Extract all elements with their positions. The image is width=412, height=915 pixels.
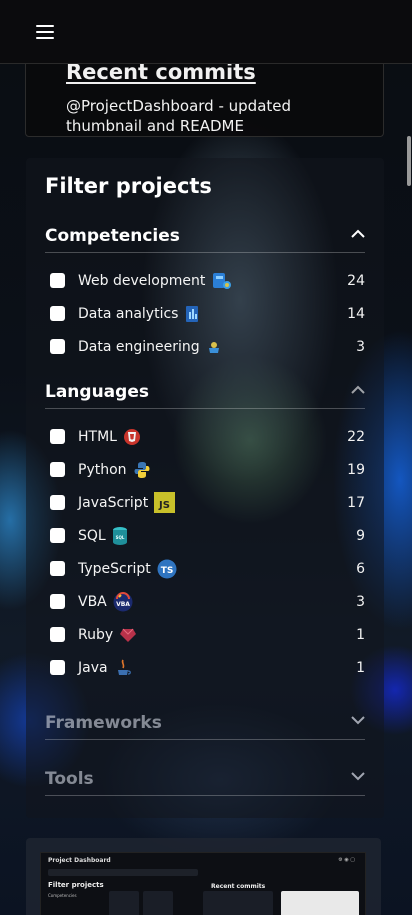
html-icon <box>123 428 141 446</box>
svg-text:JS: JS <box>158 500 170 511</box>
filter-projects-title: Filter projects <box>45 174 212 198</box>
project-preview-card[interactable]: Project Dashboard ⚙ ◉ ▢ Filter projects … <box>26 838 381 915</box>
languages-list: HTML 22 Python 19 JavaScript JS 17 SQL S… <box>45 420 365 684</box>
checkbox[interactable] <box>50 429 65 444</box>
thumbnail-card <box>143 891 173 915</box>
ruby-icon <box>119 626 137 644</box>
filter-item-web-development[interactable]: Web development 24 <box>45 264 365 297</box>
checkbox[interactable] <box>50 339 65 354</box>
languages-title: Languages <box>45 381 149 402</box>
filter-item-vba[interactable]: VBA VBA 3 <box>45 585 365 618</box>
page-scrollbar[interactable] <box>406 64 412 915</box>
sql-icon: SQL <box>112 526 128 546</box>
languages-section-header[interactable]: Languages <box>45 375 365 409</box>
filter-item-label: Web development <box>78 272 206 289</box>
frameworks-section-header[interactable]: Frameworks <box>45 706 365 740</box>
data-analytics-icon <box>184 304 202 324</box>
web-development-icon <box>211 271 233 291</box>
thumbnail-card <box>203 891 273 915</box>
java-icon <box>114 658 132 678</box>
competencies-list: Web development 24 Data analytics 14 Dat… <box>45 264 365 363</box>
checkbox[interactable] <box>50 660 65 675</box>
thumbnail-card <box>281 891 359 915</box>
filter-item-count: 6 <box>356 560 365 577</box>
thumbnail-nav-icons: ⚙ ◉ ▢ <box>338 857 355 863</box>
filter-item-label: SQL <box>78 527 106 544</box>
checkbox[interactable] <box>50 495 65 510</box>
checkbox[interactable] <box>50 462 65 477</box>
competencies-section-header[interactable]: Competencies <box>45 219 365 253</box>
filter-item-data-engineering[interactable]: Data engineering 3 <box>45 330 365 363</box>
filter-item-count: 19 <box>347 461 365 478</box>
filter-item-html[interactable]: HTML 22 <box>45 420 365 453</box>
hamburger-menu-icon[interactable] <box>36 25 54 39</box>
filter-item-count: 14 <box>347 305 365 322</box>
chevron-down-icon[interactable] <box>351 715 365 730</box>
tools-section-header[interactable]: Tools <box>45 762 365 796</box>
checkbox[interactable] <box>50 273 65 288</box>
thumbnail-filter-title: Filter projects <box>48 881 104 889</box>
filter-item-label: HTML <box>78 428 117 445</box>
thumbnail-filter-sub: Competencies <box>48 893 77 898</box>
filter-item-python[interactable]: Python 19 <box>45 453 365 486</box>
filter-item-label: VBA <box>78 593 107 610</box>
filter-item-java[interactable]: Java 1 <box>45 651 365 684</box>
python-icon <box>133 461 151 479</box>
filter-item-count: 17 <box>347 494 365 511</box>
filter-item-count: 3 <box>356 593 365 610</box>
vba-icon: VBA <box>113 591 133 612</box>
checkbox[interactable] <box>50 528 65 543</box>
filter-item-label: Java <box>78 659 108 676</box>
svg-text:TS: TS <box>160 566 173 576</box>
filter-item-sql[interactable]: SQL SQL 9 <box>45 519 365 552</box>
checkbox[interactable] <box>50 627 65 642</box>
checkbox[interactable] <box>50 306 65 321</box>
frameworks-title: Frameworks <box>45 712 162 733</box>
project-thumbnail[interactable]: Project Dashboard ⚙ ◉ ▢ Filter projects … <box>40 852 366 915</box>
chevron-up-icon[interactable] <box>351 385 365 399</box>
data-engineering-icon <box>206 339 222 355</box>
filter-item-label: JavaScript <box>78 494 149 511</box>
thumbnail-commits-title: Recent commits <box>211 883 266 890</box>
filter-item-label: TypeScript <box>78 560 151 577</box>
filter-item-typescript[interactable]: TypeScript TS 6 <box>45 552 365 585</box>
top-header <box>0 0 412 64</box>
filter-item-count: 22 <box>347 428 365 445</box>
filter-item-label: Ruby <box>78 626 114 643</box>
svg-text:SQL: SQL <box>115 535 124 540</box>
filter-item-label: Python <box>78 461 127 478</box>
typescript-icon: TS <box>157 559 177 579</box>
competencies-title: Competencies <box>45 225 180 246</box>
javascript-icon: JS <box>154 492 176 513</box>
thumbnail-title: Project Dashboard <box>48 857 111 864</box>
chevron-up-icon[interactable] <box>351 229 365 243</box>
filter-item-count: 1 <box>356 626 365 643</box>
filter-item-ruby[interactable]: Ruby 1 <box>45 618 365 651</box>
filter-item-count: 3 <box>356 338 365 355</box>
filter-item-count: 1 <box>356 659 365 676</box>
filter-item-count: 9 <box>356 527 365 544</box>
filter-item-label: Data engineering <box>78 338 200 355</box>
checkbox[interactable] <box>50 561 65 576</box>
filter-projects-panel: Filter projects Competencies Web develop… <box>26 158 384 818</box>
checkbox[interactable] <box>50 594 65 609</box>
recent-commits-text: @ProjectDashboard - updated thumbnail an… <box>66 97 292 135</box>
scrollbar-thumb[interactable] <box>407 136 411 186</box>
svg-text:VBA: VBA <box>116 601 130 608</box>
thumbnail-card <box>109 891 139 915</box>
chevron-down-icon[interactable] <box>351 771 365 786</box>
filter-item-label: Data analytics <box>78 305 179 322</box>
filter-item-data-analytics[interactable]: Data analytics 14 <box>45 297 365 330</box>
filter-item-javascript[interactable]: JavaScript JS 17 <box>45 486 365 519</box>
filter-item-count: 24 <box>347 272 365 289</box>
tools-title: Tools <box>45 768 94 789</box>
thumbnail-search-bar <box>48 869 198 876</box>
